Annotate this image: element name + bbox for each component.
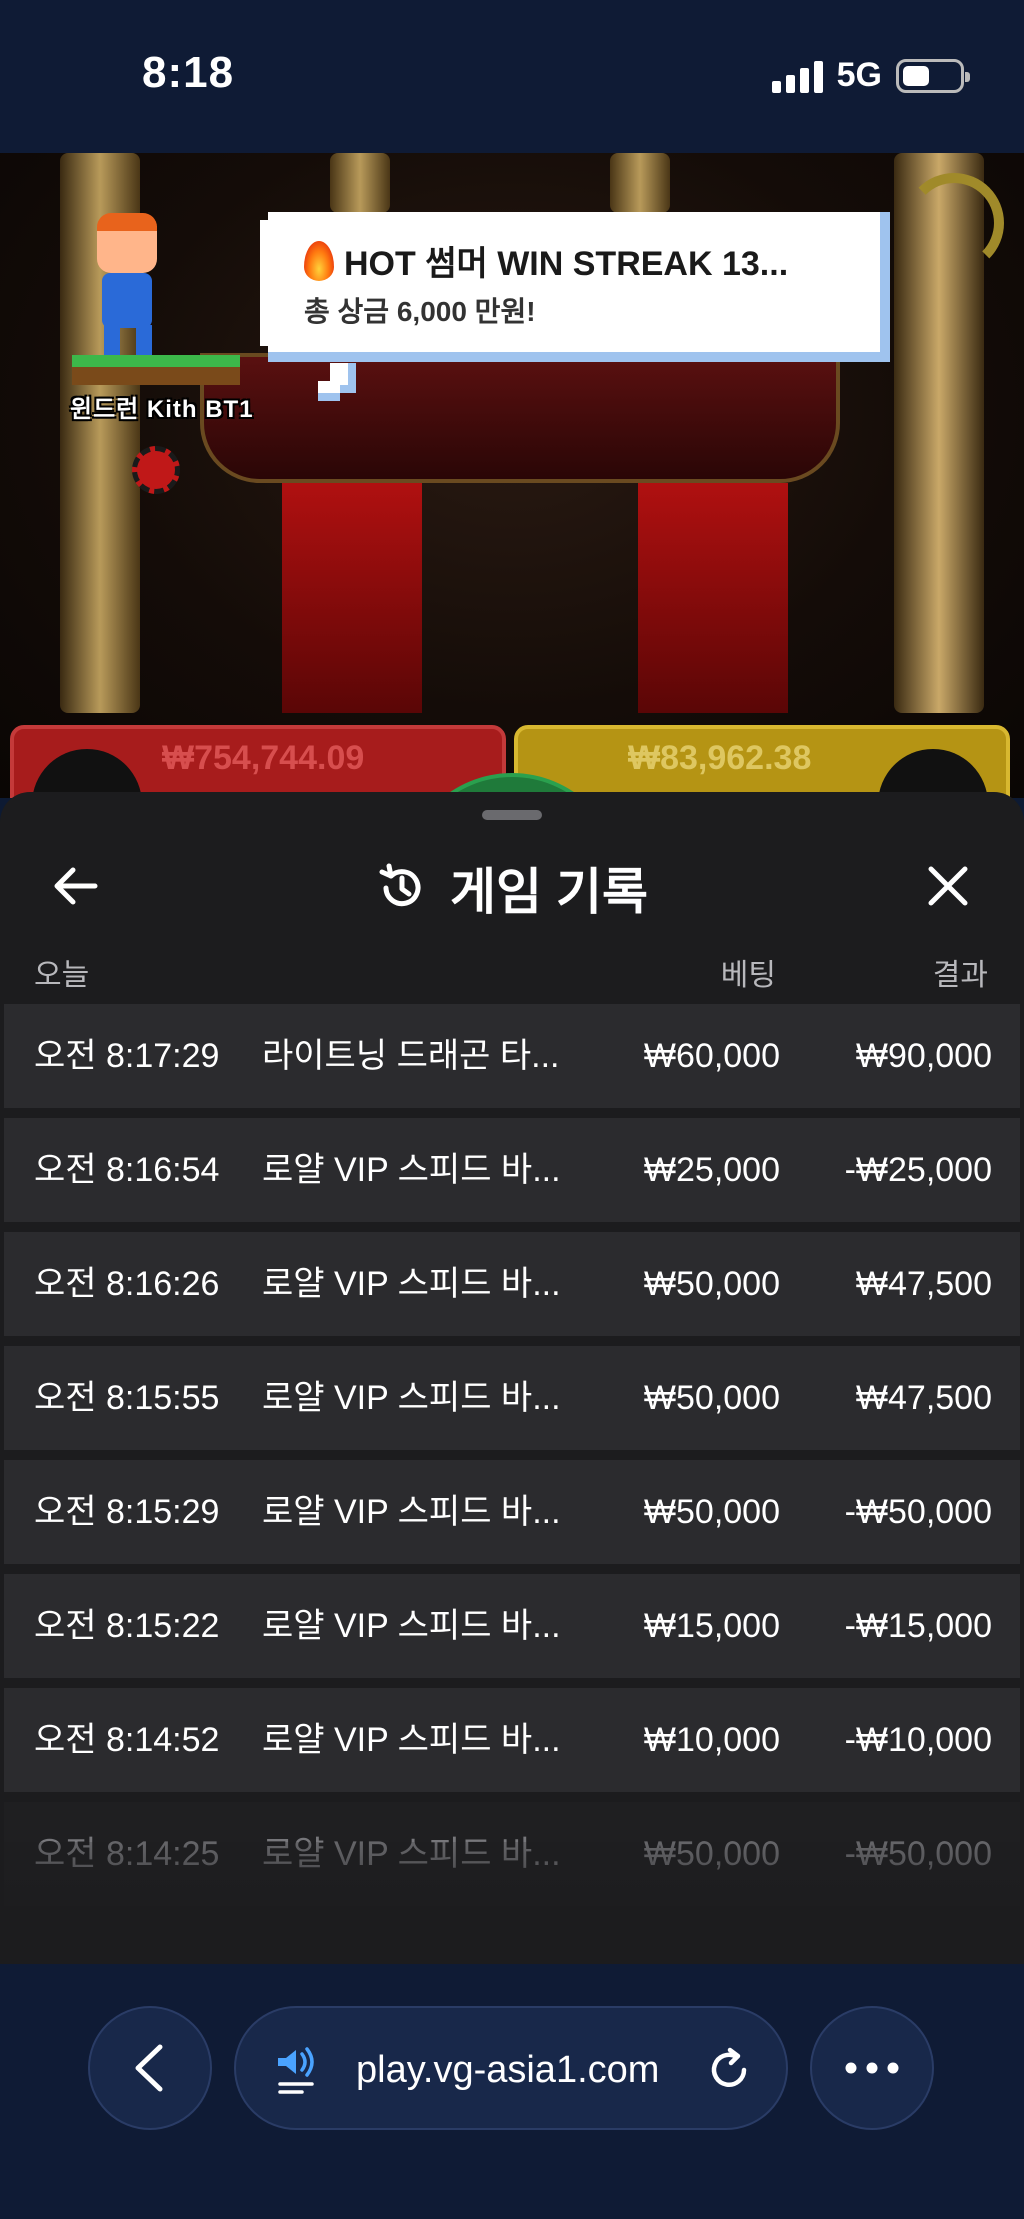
row-result: ₩90,000 (855, 1037, 992, 1075)
history-row[interactable]: 오전 8:15:55 로얄 VIP 스피드 바... ₩50,000 ₩47,5… (4, 1346, 1020, 1450)
row-time: 오전 8:14:52 (34, 1721, 220, 1759)
battery-icon (896, 58, 970, 93)
sheet-title: 게임 기록 (450, 864, 648, 920)
chevron-left-icon (135, 2044, 163, 2092)
game-video-area[interactable]: 윈드런 Kith BT1 HOT 썸머 WIN STREAK 13... 총 상… (0, 153, 1024, 798)
browser-toolbar: play.vg-asia1.com (0, 1964, 1024, 2219)
promo-title: HOT 썸머 WIN STREAK 13... (304, 236, 788, 285)
more-button[interactable] (810, 2006, 934, 2130)
row-result: -₩50,000 (844, 1493, 992, 1531)
history-row[interactable]: 오전 8:16:26 로얄 VIP 스피드 바... ₩50,000 ₩47,5… (4, 1232, 1020, 1336)
promo-banner[interactable]: HOT 썸머 WIN STREAK 13... 총 상금 6,000 만원! (260, 212, 890, 362)
status-bar: 8:18 5G (0, 0, 1024, 153)
game-history-sheet: 게임 기록 오늘 베팅 결과 오전 8:17:29 라이트닝 드래곤 타... … (0, 792, 1024, 1964)
row-game: 로얄 VIP 스피드 바... (262, 1379, 561, 1417)
row-time: 오전 8:15:29 (34, 1493, 220, 1531)
more-icon (845, 2062, 899, 2074)
column-header-today: 오늘 (34, 959, 90, 992)
decor-pillar (610, 153, 670, 213)
column-header-bet: 베팅 (720, 959, 776, 992)
sheet-header: 게임 기록 (0, 842, 1024, 932)
sheet-grabber[interactable] (482, 810, 542, 820)
status-indicators: 5G (771, 56, 970, 95)
mascot-label: 윈드런 Kith BT1 (70, 396, 254, 423)
row-game: 로얄 VIP 스피드 바... (262, 1151, 561, 1189)
close-icon (928, 866, 968, 906)
history-row[interactable]: 오전 8:16:54 로얄 VIP 스피드 바... ₩25,000 -₩25,… (4, 1118, 1020, 1222)
history-row[interactable]: 오전 8:15:22 로얄 VIP 스피드 바... ₩15,000 -₩15,… (4, 1574, 1020, 1678)
list-fade (0, 1842, 1024, 1964)
row-game: 로얄 VIP 스피드 바... (262, 1607, 561, 1645)
history-row[interactable]: 오전 8:15:29 로얄 VIP 스피드 바... ₩50,000 -₩50,… (4, 1460, 1020, 1564)
dragon-bet-zone[interactable]: ₩754,744.09 (10, 725, 506, 798)
row-game: 로얄 VIP 스피드 바... (262, 1721, 561, 1759)
tiger-bet-amount: ₩83,962.38 (628, 739, 812, 777)
row-time: 오전 8:16:54 (34, 1151, 220, 1189)
url-text[interactable]: play.vg-asia1.com (356, 2008, 659, 2132)
fire-icon (304, 240, 334, 281)
promo-subtitle: 총 상금 6,000 만원! (304, 296, 536, 327)
history-row[interactable]: 오전 8:14:52 로얄 VIP 스피드 바... ₩10,000 -₩10,… (4, 1688, 1020, 1792)
column-header-result: 결과 (932, 959, 988, 992)
browser-back-button[interactable] (88, 2006, 212, 2130)
history-row[interactable]: 오전 8:17:29 라이트닝 드래곤 타... ₩60,000 ₩90,000 (4, 1004, 1020, 1108)
decor-pillar (330, 153, 390, 213)
tiger-bet-zone[interactable]: ₩83,962.38 (514, 725, 1010, 798)
decor-panel (638, 483, 788, 713)
dragon-bet-amount: ₩754,744.09 (162, 739, 365, 777)
bet-spot (878, 749, 988, 798)
status-time: 8:18 (142, 48, 235, 97)
row-bet: ₩25,000 (643, 1151, 780, 1189)
row-time: 오전 8:15:55 (34, 1379, 220, 1417)
row-time: 오전 8:15:22 (34, 1607, 220, 1645)
row-game: 로얄 VIP 스피드 바... (262, 1265, 561, 1303)
sheet-title-group: 게임 기록 (0, 852, 1024, 924)
row-game: 로얄 VIP 스피드 바... (262, 1493, 561, 1531)
row-result: -₩25,000 (844, 1151, 992, 1189)
promo-title-text: HOT 썸머 WIN STREAK 13... (344, 245, 789, 283)
row-time: 오전 8:16:26 (34, 1265, 220, 1303)
row-bet: ₩50,000 (643, 1265, 780, 1303)
history-list: 오전 8:17:29 라이트닝 드래곤 타... ₩60,000 ₩90,000… (4, 1004, 1020, 1916)
history-icon (379, 863, 421, 907)
banner-tail (318, 381, 340, 401)
chip-icon[interactable] (132, 446, 180, 494)
signal-icon (771, 59, 823, 93)
bet-spot (32, 749, 142, 798)
game-table (200, 353, 840, 483)
row-game: 라이트닝 드래곤 타... (262, 1037, 560, 1075)
row-result: -₩10,000 (844, 1721, 992, 1759)
row-bet: ₩50,000 (643, 1379, 780, 1417)
row-bet: ₩50,000 (643, 1493, 780, 1531)
network-type: 5G (836, 56, 882, 94)
speaker-icon[interactable] (276, 2046, 324, 2098)
reload-icon[interactable] (706, 2046, 752, 2094)
row-result: ₩47,500 (855, 1379, 992, 1417)
row-time: 오전 8:17:29 (34, 1037, 220, 1075)
decor-panel (282, 483, 422, 713)
row-result: -₩15,000 (844, 1607, 992, 1645)
row-result: ₩47,500 (855, 1265, 992, 1303)
row-bet: ₩10,000 (643, 1721, 780, 1759)
row-bet: ₩15,000 (643, 1607, 780, 1645)
mascot-platform (72, 355, 240, 385)
address-bar[interactable]: play.vg-asia1.com (234, 2006, 788, 2130)
close-button[interactable] (918, 856, 978, 916)
decor-ring (904, 173, 1004, 273)
row-bet: ₩60,000 (643, 1037, 780, 1075)
